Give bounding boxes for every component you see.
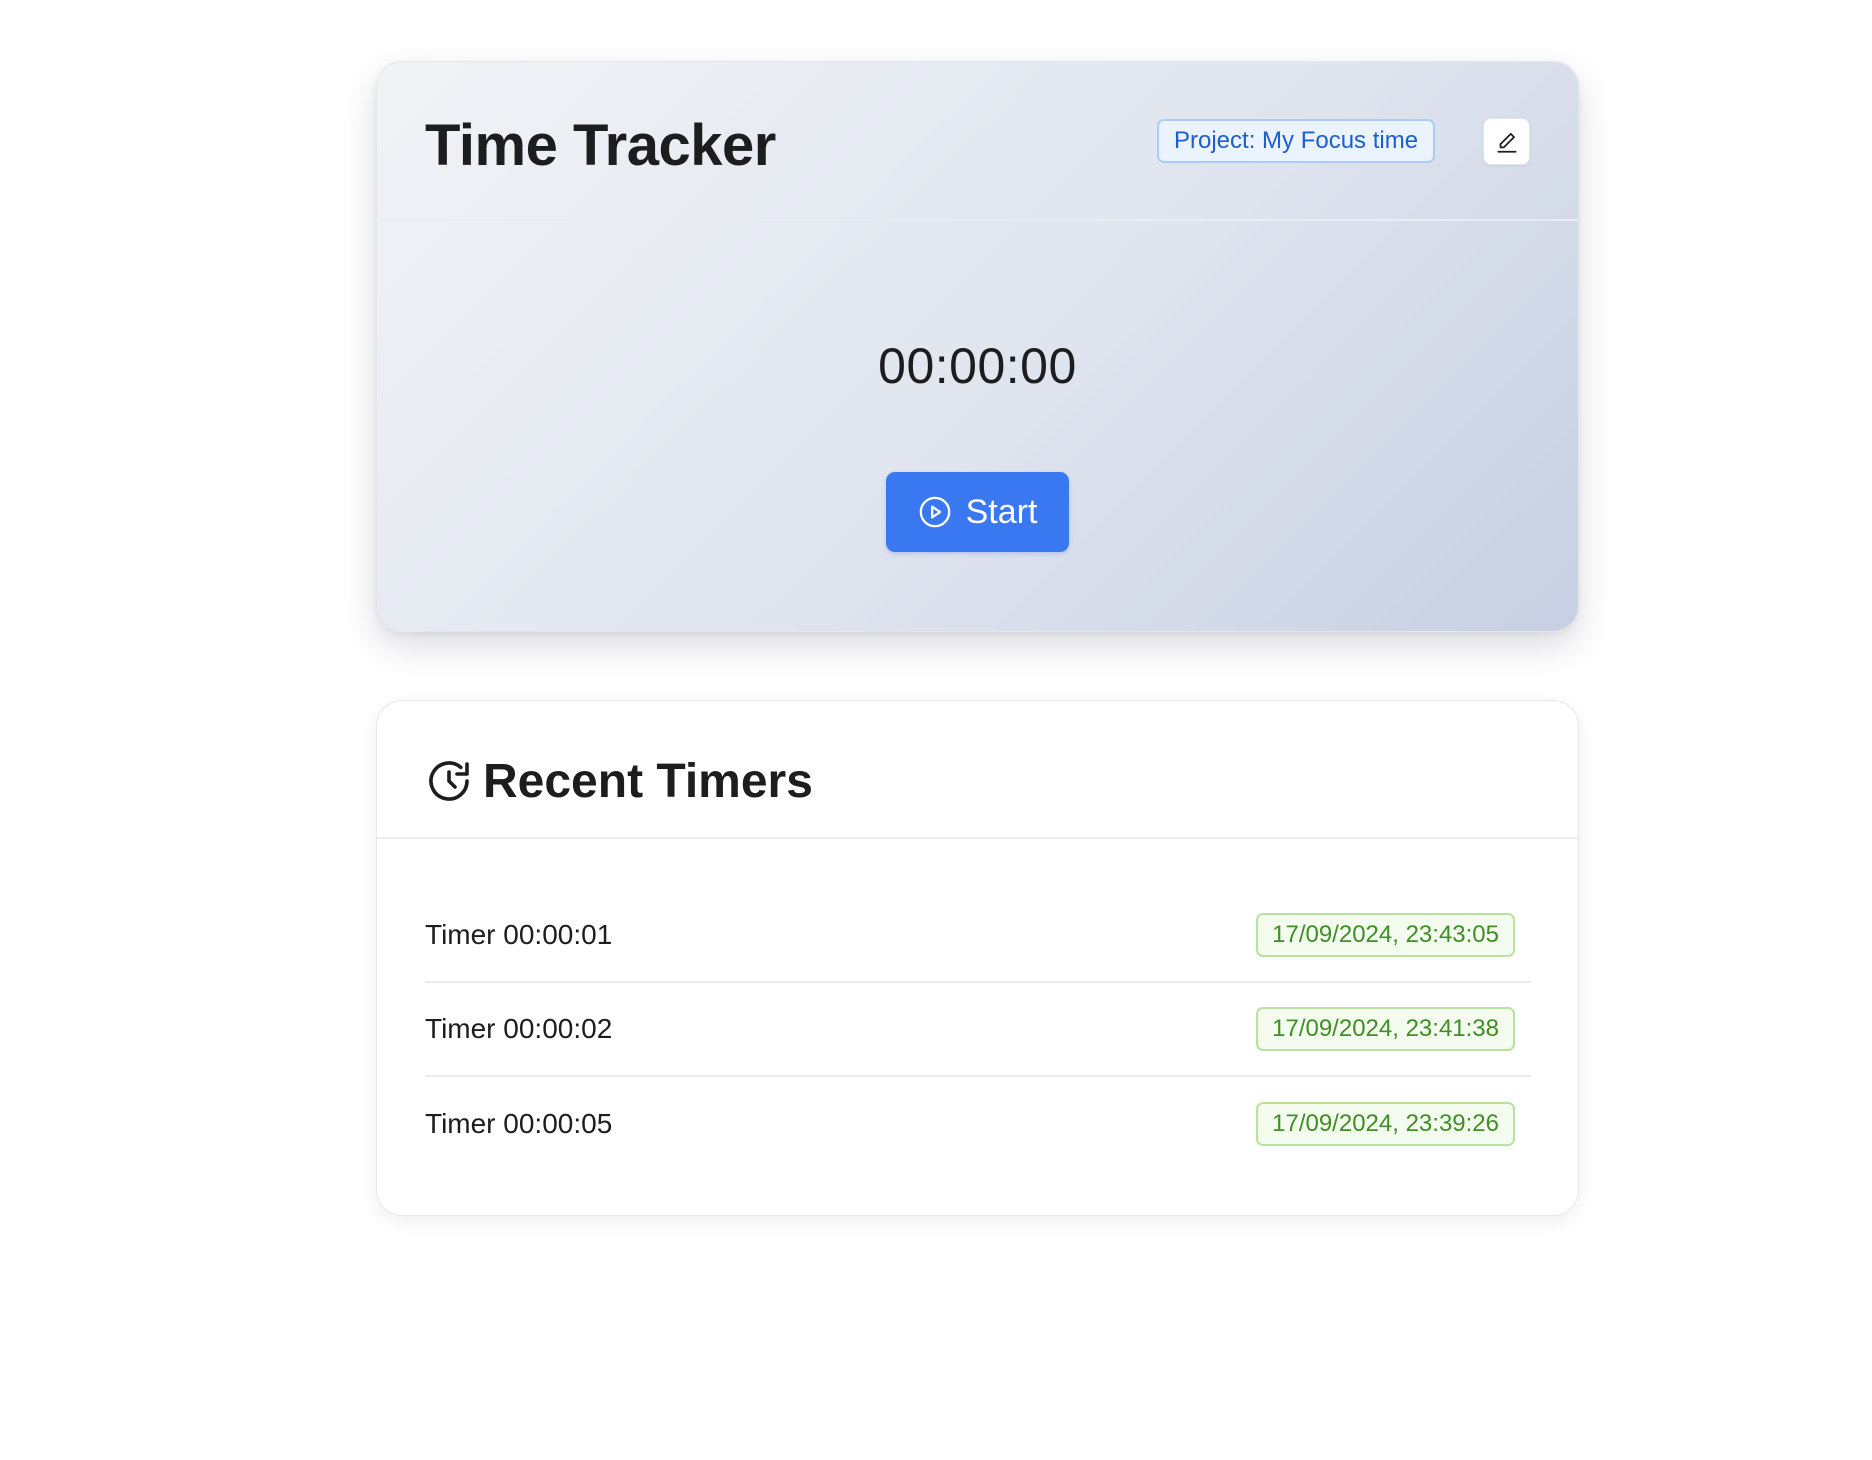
- edit-project-button[interactable]: [1483, 118, 1530, 165]
- project-badge: Project: My Focus time: [1157, 119, 1436, 163]
- timer-label: Timer 00:00:02: [425, 1013, 613, 1044]
- recent-timers-card: Recent Timers Timer 00:00:01 17/09/2024,…: [376, 700, 1579, 1216]
- play-circle-icon: [918, 495, 952, 529]
- timer-date-badge: 17/09/2024, 23:39:26: [1256, 1102, 1515, 1146]
- page-title: Time Tracker: [425, 113, 776, 178]
- timer-display: 00:00:00: [878, 338, 1077, 394]
- recent-timers-title: Recent Timers: [483, 755, 813, 808]
- start-button-label: Start: [965, 492, 1038, 531]
- timer-date-badge: 17/09/2024, 23:43:05: [1256, 913, 1515, 957]
- timer-label: Timer 00:00:01: [425, 919, 613, 950]
- tracker-header: Time Tracker Project: My Focus time: [377, 62, 1578, 221]
- list-item: Timer 00:00:01 17/09/2024, 23:43:05: [425, 889, 1531, 983]
- list-item: Timer 00:00:02 17/09/2024, 23:41:38: [425, 983, 1531, 1077]
- pencil-icon: [1494, 129, 1520, 155]
- recent-timers-list: Timer 00:00:01 17/09/2024, 23:43:05 Time…: [425, 889, 1531, 1171]
- recent-timers-header: Recent Timers: [377, 701, 1578, 839]
- list-item: Timer 00:00:05 17/09/2024, 23:39:26: [425, 1077, 1531, 1171]
- time-tracker-card: Time Tracker Project: My Focus time 00:0…: [376, 61, 1579, 632]
- timer-date-badge: 17/09/2024, 23:41:38: [1256, 1007, 1515, 1051]
- timer-label: Timer 00:00:05: [425, 1108, 613, 1139]
- history-icon: [425, 757, 473, 810]
- start-button[interactable]: Start: [886, 472, 1069, 552]
